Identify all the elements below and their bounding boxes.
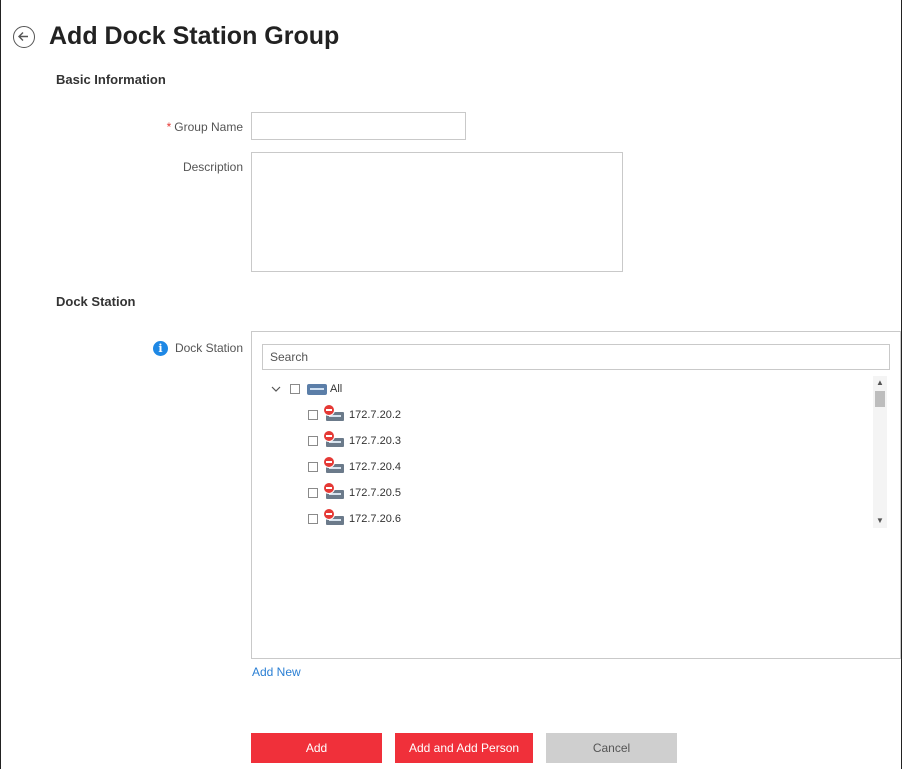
group-name-input[interactable]	[251, 112, 466, 140]
offline-device-icon	[323, 430, 345, 447]
group-name-label-text: Group Name	[174, 120, 243, 134]
tree-item-label: 172.7.20.3	[349, 435, 401, 447]
page-title: Add Dock Station Group	[49, 22, 340, 50]
add-button[interactable]: Add	[251, 733, 382, 763]
offline-device-icon	[323, 508, 345, 525]
dock-station-label: Dock Station	[174, 341, 243, 355]
tree-item-label: 172.7.20.4	[349, 461, 401, 473]
scrollbar-thumb[interactable]	[875, 391, 885, 407]
search-input[interactable]: Search	[262, 344, 890, 370]
checkbox[interactable]	[308, 514, 318, 524]
tree-item-label: 172.7.20.6	[349, 513, 401, 525]
tree-item-label: 172.7.20.2	[349, 409, 401, 421]
back-arrow-icon[interactable]	[13, 25, 35, 48]
add-new-link[interactable]: Add New	[252, 665, 301, 679]
dock-station-section-title: Dock Station	[56, 294, 136, 309]
scroll-down-arrow-icon[interactable]: ▼	[873, 514, 887, 528]
add-dock-station-group-page: Add Dock Station Group Basic Information…	[0, 0, 902, 769]
tree-item[interactable]: 172.7.20.2	[308, 404, 401, 425]
checkbox[interactable]	[308, 488, 318, 498]
offline-device-icon	[323, 404, 345, 421]
checkbox[interactable]	[308, 436, 318, 446]
info-icon[interactable]: i	[153, 341, 168, 356]
cancel-button[interactable]: Cancel	[546, 733, 677, 763]
group-name-label: * Group Name	[151, 120, 243, 134]
tree-item[interactable]: 172.7.20.3	[308, 430, 401, 451]
scroll-up-arrow-icon[interactable]: ▲	[873, 376, 887, 390]
tree-item[interactable]: 172.7.20.6	[308, 508, 401, 529]
tree-item[interactable]: 172.7.20.4	[308, 456, 401, 477]
basic-information-title: Basic Information	[56, 72, 166, 87]
required-mark: *	[166, 120, 172, 134]
arrow-left-icon	[18, 31, 28, 41]
tree-scrollbar[interactable]: ▲ ▼	[873, 376, 887, 528]
description-textarea[interactable]	[251, 152, 623, 272]
tree-root-label: All	[330, 383, 343, 395]
device-group-icon	[307, 383, 327, 395]
chevron-down-icon[interactable]	[270, 383, 282, 395]
tree-root-all[interactable]: All	[270, 379, 342, 399]
description-label: Description	[182, 160, 243, 174]
checkbox-all[interactable]	[290, 384, 300, 394]
add-and-add-person-button[interactable]: Add and Add Person	[395, 733, 533, 763]
dock-station-selector-panel: Search All 172.7.20.2 172.7.20.3 172.7.2…	[251, 331, 901, 659]
offline-device-icon	[323, 482, 345, 499]
checkbox[interactable]	[308, 462, 318, 472]
tree-item-label: 172.7.20.5	[349, 487, 401, 499]
tree-item[interactable]: 172.7.20.5	[308, 482, 401, 503]
checkbox[interactable]	[308, 410, 318, 420]
page-header: Add Dock Station Group	[13, 22, 339, 51]
previous-content-strip	[1, 0, 901, 14]
offline-device-icon	[323, 456, 345, 473]
